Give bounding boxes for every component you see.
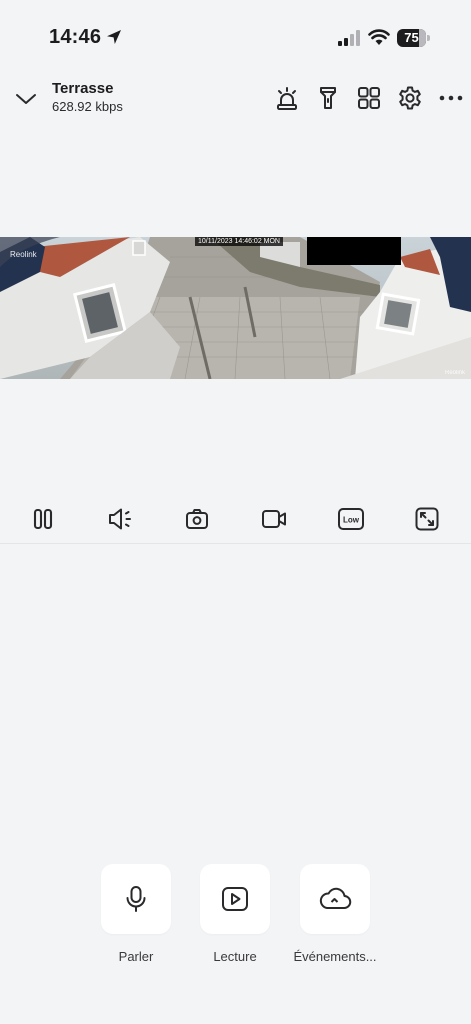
chevron-down-icon bbox=[16, 94, 36, 104]
playback-action[interactable]: Lecture bbox=[185, 864, 285, 964]
grid-view-icon bbox=[358, 87, 380, 109]
play-icon bbox=[222, 887, 248, 911]
talk-button[interactable] bbox=[101, 864, 171, 934]
more-button[interactable] bbox=[437, 84, 465, 112]
cellular-signal-icon bbox=[338, 30, 360, 46]
events-button[interactable] bbox=[300, 864, 370, 934]
controls-divider bbox=[0, 543, 471, 544]
live-view-screen: 14:46 75 Terrasse 628.92 kbps 10/11/2023… bbox=[0, 0, 471, 1024]
player-controls: Low bbox=[0, 498, 471, 538]
microphone-icon bbox=[126, 886, 146, 912]
pause-icon bbox=[33, 508, 53, 530]
fullscreen-button[interactable] bbox=[412, 504, 442, 534]
video-watermark-left: Reolink bbox=[10, 250, 37, 259]
video-watermark-right: Reolink bbox=[444, 370, 465, 376]
pause-button[interactable] bbox=[28, 504, 58, 534]
flashlight-icon bbox=[320, 87, 336, 109]
camera-switch-button[interactable] bbox=[13, 86, 39, 112]
status-time: 14:46 bbox=[49, 26, 102, 48]
status-bar: 14:46 75 bbox=[0, 0, 471, 76]
video-timestamp: 10/11/2023 14:46:02 MON bbox=[195, 237, 283, 246]
talk-label: Parler bbox=[118, 949, 154, 964]
playback-button[interactable] bbox=[200, 864, 270, 934]
siren-icon bbox=[277, 87, 297, 110]
events-action[interactable]: Événements... bbox=[285, 864, 385, 964]
wifi-icon bbox=[368, 29, 390, 45]
playback-label: Lecture bbox=[213, 949, 257, 964]
privacy-mask bbox=[307, 237, 401, 265]
talk-action[interactable]: Parler bbox=[86, 864, 186, 964]
gear-icon bbox=[399, 86, 421, 110]
audio-button[interactable] bbox=[105, 504, 135, 534]
battery-level: 75 bbox=[404, 30, 419, 45]
battery-icon: 75 bbox=[397, 29, 430, 47]
fullscreen-icon bbox=[415, 507, 439, 531]
live-video-feed[interactable]: 10/11/2023 14:46:02 MON Reolink Reolink bbox=[0, 237, 471, 379]
settings-button[interactable] bbox=[396, 84, 424, 112]
record-video-icon bbox=[262, 510, 286, 528]
snapshot-button[interactable] bbox=[182, 504, 212, 534]
location-arrow-icon bbox=[107, 30, 121, 44]
snapshot-icon bbox=[186, 509, 208, 529]
more-icon bbox=[439, 95, 463, 101]
camera-name[interactable]: Terrasse bbox=[52, 80, 113, 97]
quality-low-icon: Low bbox=[338, 508, 364, 530]
speaker-icon bbox=[109, 508, 131, 530]
record-button[interactable] bbox=[259, 504, 289, 534]
events-label: Événements... bbox=[293, 949, 377, 964]
cloud-icon bbox=[319, 887, 352, 909]
quality-button[interactable]: Low bbox=[336, 504, 366, 534]
camera-header: Terrasse 628.92 kbps bbox=[0, 76, 471, 124]
camera-bitrate: 628.92 kbps bbox=[52, 99, 123, 114]
multiview-button[interactable] bbox=[355, 84, 383, 112]
flashlight-button[interactable] bbox=[314, 84, 342, 112]
siren-button[interactable] bbox=[273, 84, 301, 112]
svg-text:Low: Low bbox=[343, 516, 360, 525]
